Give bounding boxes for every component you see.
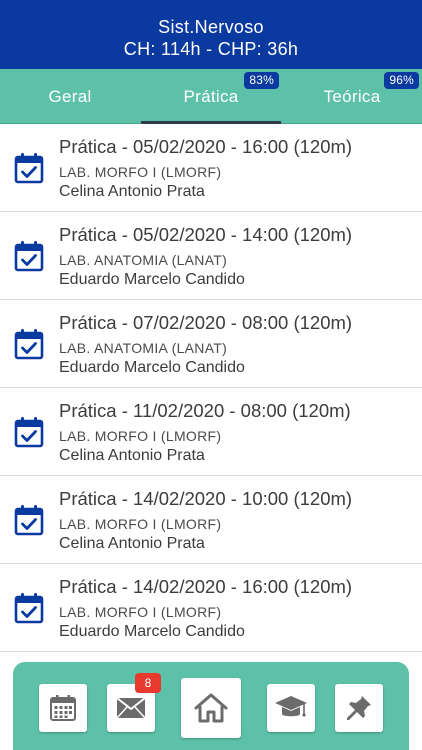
pin-icon (347, 696, 371, 720)
app-header: Sist.Nervoso CH: 114h - CHP: 36h (0, 0, 422, 69)
session-title: Prática - 05/02/2020 - 14:00 (120m) (59, 224, 353, 245)
home-button[interactable] (181, 678, 241, 738)
session-title: Prática - 05/02/2020 - 16:00 (120m) (59, 136, 353, 157)
calendar-check-icon (14, 593, 44, 624)
calendar-check-icon (14, 505, 44, 536)
bottom-dock: 8 (13, 662, 409, 750)
session-location: LAB. MORFO I (LMORF) (59, 428, 222, 444)
calendar-button[interactable] (39, 684, 87, 732)
list-item[interactable]: Prática - 11/02/2020 - 08:00 (120m) LAB.… (0, 388, 422, 476)
graduation-cap-icon (275, 696, 307, 717)
calendar-check-icon (14, 241, 44, 272)
tab-geral[interactable]: Geral (0, 69, 140, 124)
session-teacher: Eduardo Marcelo Candido (59, 271, 245, 288)
session-teacher: Eduardo Marcelo Candido (59, 359, 245, 376)
pinned-button[interactable] (335, 684, 383, 732)
course-hours: CH: 114h - CHP: 36h (123, 39, 299, 59)
session-location: LAB. MORFO I (LMORF) (59, 604, 222, 620)
home-icon (194, 693, 228, 723)
tab-geral-label: Geral (48, 87, 92, 106)
tab-teorica[interactable]: Teórica 96% (282, 69, 422, 124)
tab-teorica-badge: 96% (384, 72, 419, 89)
calendar-check-icon (14, 417, 44, 448)
messages-count-badge: 8 (135, 673, 161, 693)
course-title: Sist.Nervoso (158, 17, 264, 37)
tab-pratica-badge: 83% (244, 72, 279, 89)
list-item[interactable]: Prática - 14/02/2020 - 10:00 (120m) LAB.… (0, 476, 422, 564)
tab-bar: Geral Prática 83% Teórica 96% (0, 69, 422, 124)
courses-button[interactable] (267, 684, 315, 732)
session-title: Prática - 11/02/2020 - 08:00 (120m) (59, 400, 351, 421)
session-teacher: Celina Antonio Prata (59, 447, 205, 464)
tab-pratica-label: Prática (183, 87, 239, 106)
session-title: Prática - 14/02/2020 - 10:00 (120m) (59, 488, 353, 509)
session-location: LAB. MORFO I (LMORF) (59, 164, 222, 180)
list-item[interactable]: Prática - 07/02/2020 - 08:00 (120m) LAB.… (0, 300, 422, 388)
session-teacher: Celina Antonio Prata (59, 535, 205, 552)
tab-pratica[interactable]: Prática 83% (141, 69, 281, 124)
session-title: Prática - 14/02/2020 - 16:00 (120m) (59, 576, 353, 597)
tab-teorica-label: Teórica (323, 87, 381, 106)
session-list: Prática - 05/02/2020 - 16:00 (120m) LAB.… (0, 124, 422, 652)
session-location: LAB. ANATOMIA (LANAT) (59, 252, 228, 268)
session-teacher: Celina Antonio Prata (59, 183, 205, 200)
session-location: LAB. ANATOMIA (LANAT) (59, 340, 228, 356)
calendar-check-icon (14, 329, 44, 360)
session-teacher: Eduardo Marcelo Candido (59, 623, 245, 640)
calendar-check-icon (14, 153, 44, 184)
calendar-icon (50, 695, 76, 721)
mail-icon (116, 697, 146, 719)
list-item[interactable]: Prática - 14/02/2020 - 16:00 (120m) LAB.… (0, 564, 422, 652)
session-title: Prática - 07/02/2020 - 08:00 (120m) (59, 312, 353, 333)
session-location: LAB. MORFO I (LMORF) (59, 516, 222, 532)
list-item[interactable]: Prática - 05/02/2020 - 14:00 (120m) LAB.… (0, 212, 422, 300)
list-item[interactable]: Prática - 05/02/2020 - 16:00 (120m) LAB.… (0, 124, 422, 212)
